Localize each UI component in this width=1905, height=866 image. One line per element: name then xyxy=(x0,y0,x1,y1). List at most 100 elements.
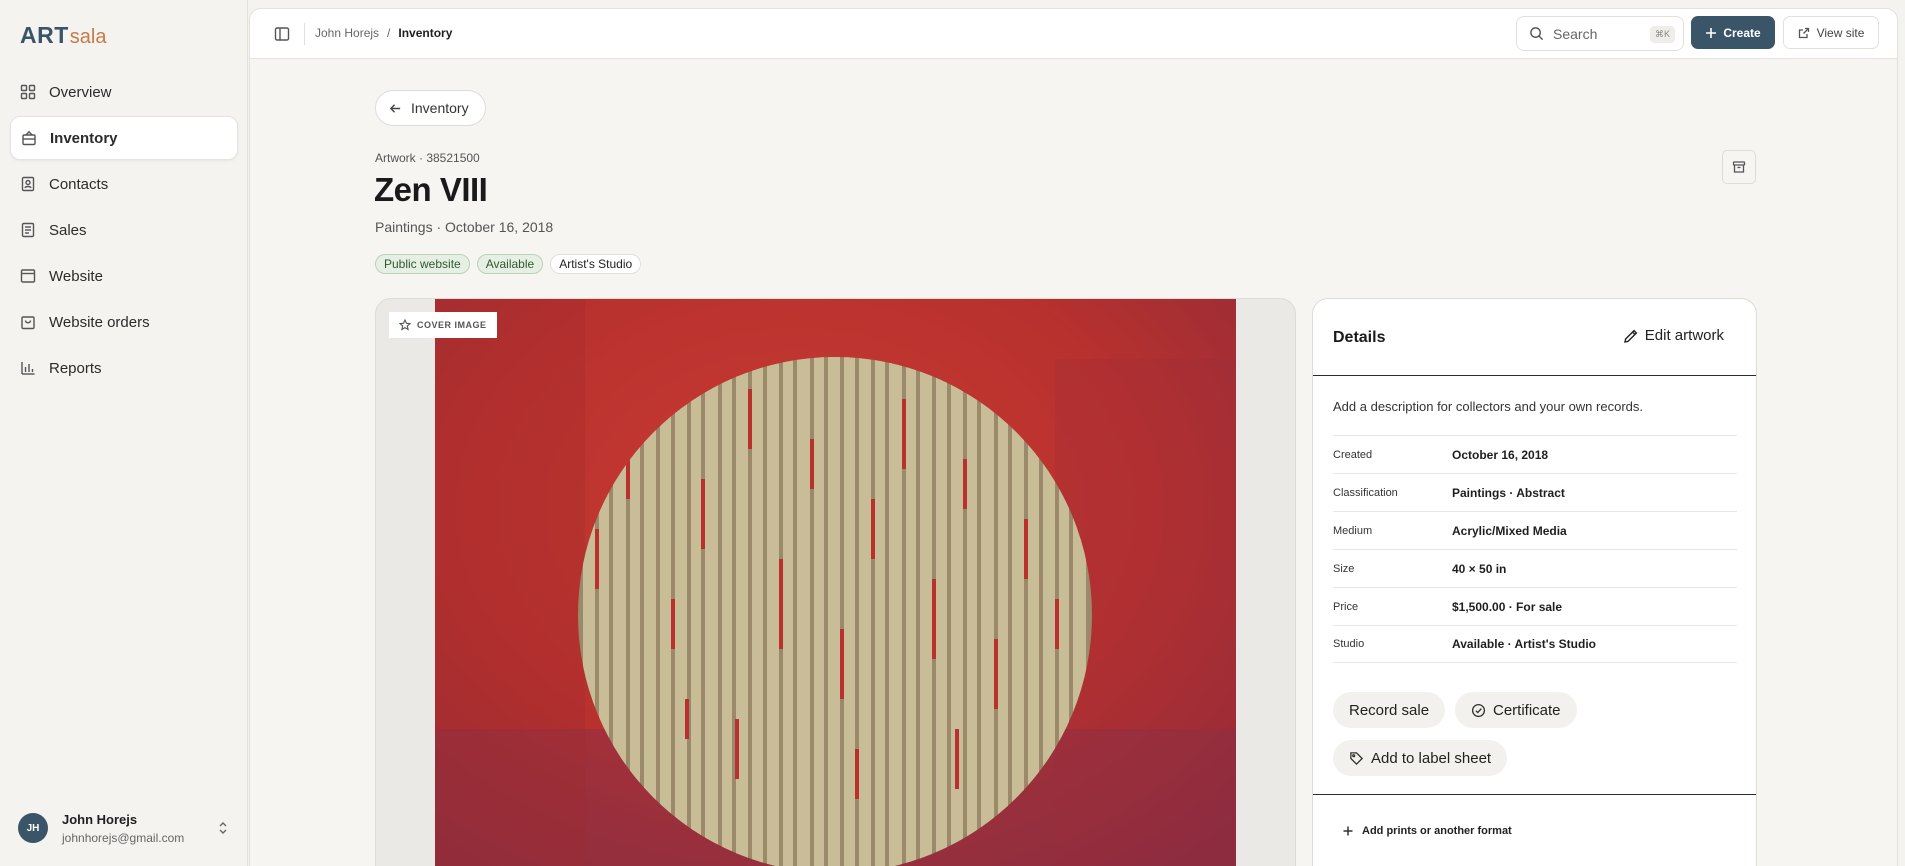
status-badge: Available xyxy=(476,254,544,274)
sidebar-item-contacts[interactable]: Contacts xyxy=(10,162,238,206)
plus-icon xyxy=(1343,826,1353,836)
details-card: Details Edit artwork Add a description f… xyxy=(1312,298,1757,866)
artwork-image[interactable] xyxy=(435,299,1236,866)
user-email: johnhorejs@gmail.com xyxy=(62,830,185,845)
back-label: Inventory xyxy=(411,100,469,116)
label-sheet-label: Add to label sheet xyxy=(1371,749,1492,767)
add-prints-label: Add prints or another format xyxy=(1362,825,1512,837)
sidebar-item-label: Overview xyxy=(49,83,112,101)
contact-book-icon xyxy=(21,176,35,192)
detail-row: Studio Available · Artist's Studio xyxy=(1333,625,1737,663)
sidebar-item-label: Inventory xyxy=(50,129,118,147)
breadcrumb-current: Inventory xyxy=(398,26,453,40)
check-badge-icon xyxy=(1471,703,1486,717)
detail-label: Created xyxy=(1333,448,1373,461)
tag-icon xyxy=(1350,751,1364,765)
cover-image-tag: COVER IMAGE xyxy=(389,312,497,338)
receipt-icon xyxy=(21,222,35,238)
top-bar: John Horejs / Inventory Search ⌘K Create… xyxy=(250,9,1897,59)
sidebar-item-website-orders[interactable]: Website orders xyxy=(10,300,238,344)
create-label: Create xyxy=(1723,25,1761,40)
detail-value: October 16, 2018 xyxy=(1452,447,1549,462)
artwork-subtitle: Paintings · October 16, 2018 xyxy=(375,219,554,235)
sidebar-item-inventory[interactable]: Inventory xyxy=(10,116,238,160)
details-list: Created October 16, 2018 Classification … xyxy=(1333,435,1737,663)
user-name: John Horejs xyxy=(62,811,138,827)
create-button[interactable]: Create xyxy=(1691,16,1775,49)
search-icon xyxy=(1530,27,1544,41)
archive-button[interactable] xyxy=(1722,150,1756,184)
certificate-button[interactable]: Certificate xyxy=(1455,692,1577,728)
detail-value: Acrylic/Mixed Media xyxy=(1452,523,1567,538)
divider xyxy=(304,23,305,45)
sidebar-item-sales[interactable]: Sales xyxy=(10,208,238,252)
sidebar-item-website[interactable]: Website xyxy=(10,254,238,298)
divider xyxy=(1313,794,1756,795)
detail-label: Medium xyxy=(1333,524,1373,537)
sidebar-item-label: Website xyxy=(49,267,103,285)
brand-logo[interactable]: ART sala xyxy=(20,22,106,49)
breadcrumb: John Horejs / Inventory xyxy=(315,26,452,40)
divider xyxy=(1313,375,1756,376)
detail-value: $1,500.00 · For sale xyxy=(1452,599,1563,614)
detail-value: 40 × 50 in xyxy=(1452,561,1507,576)
sidebar-item-label: Website orders xyxy=(49,313,150,331)
view-site-button[interactable]: View site xyxy=(1783,16,1879,49)
breadcrumb-parent[interactable]: John Horejs xyxy=(315,26,379,40)
description-prompt[interactable]: Add a description for collectors and you… xyxy=(1333,399,1643,414)
artwork-image-card: COVER IMAGE xyxy=(375,298,1296,866)
bar-chart-icon xyxy=(21,362,35,375)
sidebar: ART sala Overview Inventory Contacts Sal… xyxy=(0,0,248,866)
arrow-left-icon xyxy=(389,103,401,113)
plus-icon xyxy=(1706,27,1717,38)
detail-label: Classification xyxy=(1333,486,1398,499)
logo-sub: sala xyxy=(69,26,107,48)
sidebar-item-overview[interactable]: Overview xyxy=(10,70,238,114)
browser-icon xyxy=(20,269,36,283)
cover-image-label: COVER IMAGE xyxy=(417,320,487,330)
artwork-id: Artwork · 38521500 xyxy=(375,151,480,165)
add-to-label-sheet-button[interactable]: Add to label sheet xyxy=(1333,740,1508,776)
grid-icon xyxy=(20,84,36,100)
detail-label: Size xyxy=(1333,562,1355,575)
user-info: John Horejs johnhorejs@gmail.com xyxy=(62,812,184,845)
detail-row: Size 40 × 50 in xyxy=(1333,549,1737,587)
details-title: Details xyxy=(1333,329,1386,346)
edit-artwork-label: Edit artwork xyxy=(1644,327,1724,344)
edit-artwork-button[interactable]: Edit artwork xyxy=(1623,327,1724,344)
detail-row: Medium Acrylic/Mixed Media xyxy=(1333,511,1737,549)
frame-icon xyxy=(22,130,36,146)
add-prints-button[interactable]: Add prints or another format xyxy=(1342,825,1512,837)
detail-label: Studio xyxy=(1333,638,1365,650)
back-to-inventory-button[interactable]: Inventory xyxy=(375,90,486,126)
detail-row: Classification Paintings · Abstract xyxy=(1333,473,1737,511)
status-badge: Public website xyxy=(375,254,470,274)
sidebar-nav: Overview Inventory Contacts Sales Websit… xyxy=(10,70,238,392)
certificate-label: Certificate xyxy=(1493,701,1561,719)
star-icon xyxy=(399,319,411,331)
record-sale-button[interactable]: Record sale xyxy=(1333,692,1446,728)
view-site-label: View site xyxy=(1816,25,1865,40)
sidebar-item-label: Contacts xyxy=(49,175,109,193)
pencil-icon xyxy=(1623,329,1638,343)
main-panel: John Horejs / Inventory Search ⌘K Create… xyxy=(249,8,1898,866)
user-menu[interactable]: JH John Horejs johnhorejs@gmail.com xyxy=(18,808,230,848)
chevron-up-down-icon xyxy=(219,822,227,834)
shopping-bag-icon xyxy=(21,316,35,330)
external-link-icon xyxy=(1798,27,1809,38)
sidebar-item-reports[interactable]: Reports xyxy=(10,346,238,390)
search-shortcut: ⌘K xyxy=(1649,26,1675,43)
search-button[interactable]: Search ⌘K xyxy=(1516,16,1684,51)
archive-icon xyxy=(1732,161,1746,173)
location-badge: Artist's Studio xyxy=(550,254,642,274)
detail-row: Created October 16, 2018 xyxy=(1333,435,1737,473)
detail-value: Available · Artist's Studio xyxy=(1452,637,1596,651)
breadcrumb-separator: / xyxy=(387,26,391,40)
search-label: Search xyxy=(1553,25,1598,42)
logo-main: ART xyxy=(20,22,69,48)
sidebar-item-label: Reports xyxy=(49,359,102,377)
status-badges: Public website Available Artist's Studio xyxy=(375,254,642,274)
sidebar-toggle-icon[interactable] xyxy=(274,26,290,42)
detail-value: Paintings · Abstract xyxy=(1452,485,1565,500)
avatar: JH xyxy=(18,813,48,843)
